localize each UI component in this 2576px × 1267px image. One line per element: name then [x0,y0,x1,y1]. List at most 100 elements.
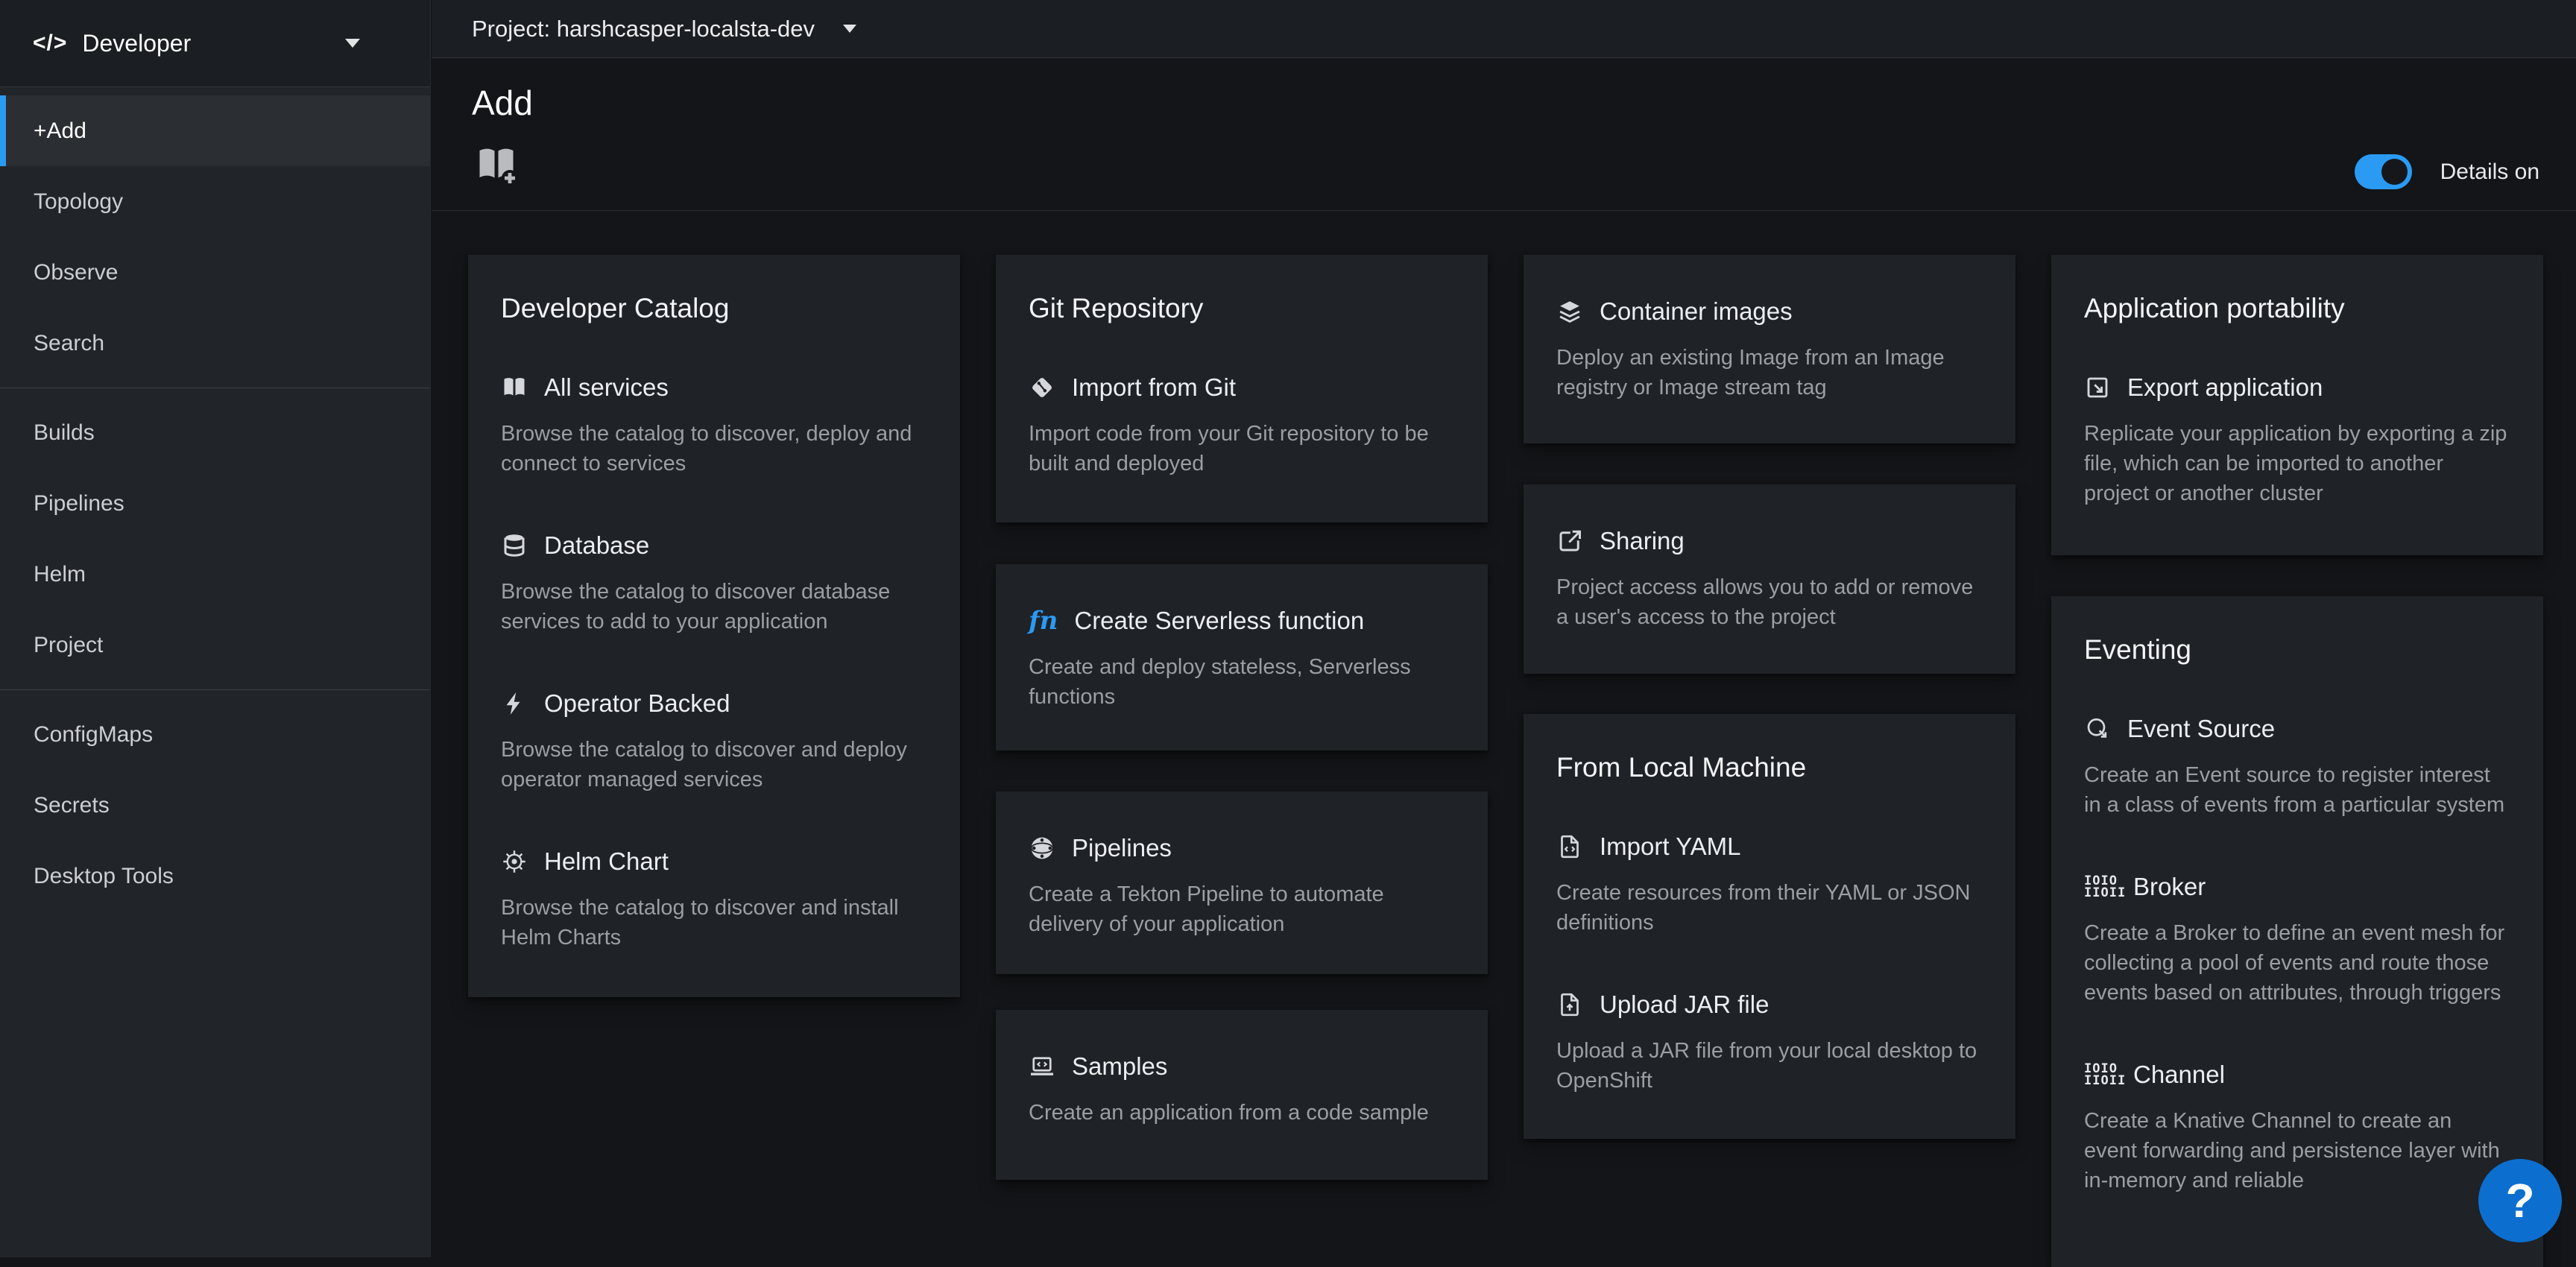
item-description: Browse the catalog to discover and insta… [501,893,927,952]
item-description: Create an Event source to register inter… [2084,760,2510,820]
item-description: Create a Broker to define an event mesh … [2084,918,2510,1008]
item-description: Import code from your Git repository to … [1029,419,1455,478]
pipelines-link[interactable]: Pipelines [1029,833,1455,863]
catalog-item-pipelines: Pipelines Create a Tekton Pipeline to au… [1029,833,1455,939]
database-link[interactable]: Database [501,531,927,560]
item-description: Project access allows you to add or remo… [1556,572,1983,632]
catalog-item-upload-jar-file: Upload JAR file Upload a JAR file from y… [1556,990,1983,1096]
item-description: Create a Tekton Pipeline to automate del… [1029,879,1455,939]
catalog-item-export-application: Export application Replicate your applic… [2084,373,2510,508]
file-code-icon [1556,833,1583,860]
file-upload-icon [1556,991,1583,1018]
import-from-git-link[interactable]: Import from Git [1029,373,1455,402]
card-eventing: Eventing Event Source Create an Event so… [2051,596,2543,1267]
card-title: Git Repository [1029,292,1455,325]
sidebar: </> Developer +Add Topology Observe Sear… [0,0,431,1257]
page-header: Add Details on [432,59,2576,211]
code-icon: </> [33,31,67,56]
item-description: Browse the catalog to discover and deplo… [501,735,927,794]
sidebar-item-project[interactable]: Project [0,610,430,680]
card-title: Developer Catalog [501,292,927,325]
chevron-down-icon[interactable] [843,25,856,33]
card-title: From Local Machine [1556,751,1983,784]
sidebar-item-desktop-tools[interactable]: Desktop Tools [0,841,430,911]
sidebar-item-helm[interactable]: Helm [0,539,430,610]
chevron-down-icon [345,39,360,48]
share-icon [1556,528,1583,554]
sidebar-item-pipelines[interactable]: Pipelines [0,468,430,539]
binary-broker-icon: IOIOIIOII [2084,873,2117,900]
item-description: Deploy an existing Image from an Image r… [1556,343,1983,402]
item-description: Browse the catalog to discover database … [501,577,927,636]
helm-wheel-icon [501,848,528,875]
catalog-item-import-yaml: Import YAML Create resources from their … [1556,832,1983,938]
project-selector[interactable]: Project: harshcasper-localsta-dev [472,16,815,42]
add-column-1: Developer Catalog All services Browse th… [468,255,960,997]
export-application-link[interactable]: Export application [2084,373,2510,402]
catalog-item-event-source: Event Source Create an Event source to r… [2084,714,2510,820]
card-sharing: Sharing Project access allows you to add… [1524,484,2015,674]
catalog-item-operator-backed: Operator Backed Browse the catalog to di… [501,689,927,794]
upload-jar-file-link[interactable]: Upload JAR file [1556,990,1983,1020]
sidebar-item-configmaps[interactable]: ConfigMaps [0,699,430,770]
details-toggle[interactable] [2355,154,2412,189]
broker-link[interactable]: IOIOIIOII Broker [2084,872,2510,902]
item-description: Create and deploy stateless, Serverless … [1029,652,1455,712]
catalog-item-create-serverless-function: fn Create Serverless function Create and… [1029,606,1455,712]
all-services-link[interactable]: All services [501,373,927,402]
details-toggle-group: Details on [2355,154,2539,189]
project-bar: Project: harshcasper-localsta-dev [432,0,2576,58]
laptop-code-icon [1029,1053,1055,1080]
card-container-images: Container images Deploy an existing Imag… [1524,255,2015,443]
catalog-item-all-services: All services Browse the catalog to disco… [501,373,927,478]
helm-chart-link[interactable]: Helm Chart [501,847,927,876]
add-column-4: Application portability Export applicati… [2051,255,2543,1267]
card-serverless-function: fn Create Serverless function Create and… [996,564,1488,751]
create-serverless-function-link[interactable]: fn Create Serverless function [1029,606,1455,636]
item-description: Replicate your application by exporting … [2084,419,2510,508]
sharing-link[interactable]: Sharing [1556,526,1983,556]
card-title: Eventing [2084,634,2510,666]
channel-link[interactable]: IOIOIIOII Channel [2084,1060,2510,1090]
catalog-item-helm-chart: Helm Chart Browse the catalog to discove… [501,847,927,952]
item-description: Browse the catalog to discover, deploy a… [501,419,927,478]
container-images-link[interactable]: Container images [1556,297,1983,326]
catalog-item-container-images: Container images Deploy an existing Imag… [1556,297,1983,402]
nav-divider [0,689,430,690]
catalog-item-database: Database Browse the catalog to discover … [501,531,927,636]
operator-backed-link[interactable]: Operator Backed [501,689,927,718]
add-column-3: Container images Deploy an existing Imag… [1524,255,2015,1139]
bolt-icon [501,690,528,717]
card-title: Application portability [2084,292,2510,325]
help-button[interactable]: ? [2478,1159,2562,1242]
catalog-item-broker: IOIOIIOII Broker Create a Broker to defi… [2084,872,2510,1008]
binary-channel-icon: IOIOIIOII [2084,1061,2117,1088]
item-description: Upload a JAR file from your local deskto… [1556,1036,1983,1096]
sidebar-item-observe[interactable]: Observe [0,237,430,308]
catalog-item-samples: Samples Create an application from a cod… [1029,1052,1455,1128]
card-application-portability: Application portability Export applicati… [2051,255,2543,555]
export-icon [2084,374,2111,401]
sidebar-item-add[interactable]: +Add [0,95,430,166]
perspective-label: Developer [82,30,191,57]
samples-link[interactable]: Samples [1029,1052,1455,1081]
sidebar-nav: +Add Topology Observe Search Builds Pipe… [0,87,430,911]
sidebar-item-secrets[interactable]: Secrets [0,770,430,841]
add-column-2: Git Repository Import from Git Import co… [996,255,1488,1180]
database-icon [501,532,528,559]
event-source-icon [2084,715,2111,742]
card-from-local-machine: From Local Machine Import YAML Create re… [1524,714,2015,1139]
tekton-pipelines-icon [1029,835,1055,862]
item-description: Create an application from a code sample [1029,1098,1455,1128]
import-yaml-link[interactable]: Import YAML [1556,832,1983,862]
sidebar-item-builds[interactable]: Builds [0,397,430,468]
guided-tour-book-plus-icon[interactable] [472,142,521,187]
perspective-switcher[interactable]: </> Developer [0,0,430,87]
catalog-item-channel: IOIOIIOII Channel Create a Knative Chann… [2084,1060,2510,1195]
book-icon [501,374,528,401]
toggle-knob [2381,159,2408,185]
card-samples: Samples Create an application from a cod… [996,1010,1488,1180]
sidebar-item-topology[interactable]: Topology [0,166,430,237]
sidebar-item-search[interactable]: Search [0,308,430,379]
event-source-link[interactable]: Event Source [2084,714,2510,744]
